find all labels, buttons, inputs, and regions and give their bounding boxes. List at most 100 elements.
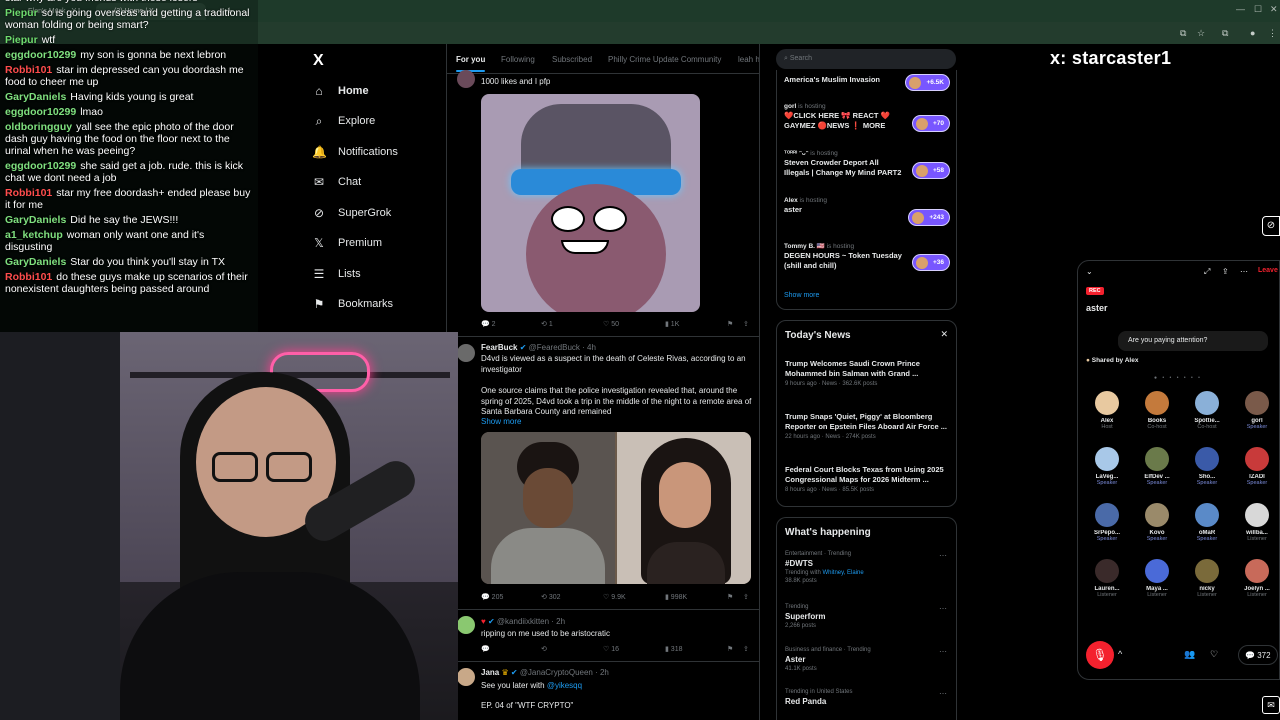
repost-button[interactable]: ⟲ 1 xyxy=(541,320,553,328)
post-image[interactable] xyxy=(481,94,700,312)
trend-item[interactable]: Trending Superform 2,266 posts ⋯ xyxy=(785,604,953,629)
like-button[interactable]: ♡ 9.9K xyxy=(603,593,626,601)
grok-icon[interactable]: ⊘ xyxy=(1262,216,1280,236)
show-more-link[interactable]: Show more xyxy=(481,417,521,428)
close-icon[interactable]: ✕ xyxy=(1270,4,1278,15)
chat-username[interactable]: Robbi101 xyxy=(5,187,52,199)
nav-chat[interactable]: ✉ Chat xyxy=(312,171,361,193)
avatar[interactable] xyxy=(457,70,475,88)
chat-username[interactable]: GaryDaniels xyxy=(5,91,66,103)
more-icon[interactable]: ⋯ xyxy=(939,604,947,613)
views-button[interactable]: ▮ 318 xyxy=(665,645,682,653)
avatar[interactable] xyxy=(457,668,475,686)
listener-count[interactable]: 💬 372 xyxy=(1238,645,1278,665)
news-item[interactable]: Trump Snaps 'Quiet, Piggy' at Bloomberg … xyxy=(785,412,953,440)
news-item[interactable]: Trump Welcomes Saudi Crown Prince Mohamm… xyxy=(785,359,953,387)
participant[interactable]: Books Co-host xyxy=(1132,391,1182,430)
tab-for-you[interactable]: For you xyxy=(456,55,486,72)
nav-notifications[interactable]: 🔔 Notifications xyxy=(312,141,398,163)
like-button[interactable]: ♡ 16 xyxy=(603,645,619,653)
share-icon[interactable]: ⇪ xyxy=(1222,267,1229,276)
bookmark-icon[interactable]: ⚑ xyxy=(727,593,733,601)
reply-button[interactable]: 💬 205 xyxy=(481,593,503,601)
chat-username[interactable]: GaryDaniels xyxy=(5,256,66,268)
expand-icon[interactable]: ⤢ xyxy=(1204,267,1210,277)
search-input[interactable]: ⌕ Search xyxy=(776,49,956,69)
chat-username[interactable]: Robbi101 xyxy=(5,64,52,76)
tab-leah[interactable]: leah h xyxy=(738,55,759,64)
news-item[interactable]: Federal Court Blocks Texas from Using 20… xyxy=(785,465,953,493)
space-item[interactable]: gorl is hosting ❤️CLICK HERE 🎀 REACT ❤️ … xyxy=(784,103,954,132)
participant[interactable]: Sho... Speaker xyxy=(1182,447,1232,486)
nav-home[interactable]: ⌂ Home xyxy=(312,80,368,102)
reply-button[interactable]: 💬 2 xyxy=(481,320,496,328)
more-icon[interactable]: ⋯ xyxy=(939,551,947,560)
space-item[interactable]: ᵀᴼᴿᴿᴵ ᵔᴗᵔ is hosting Steven Crowder Depo… xyxy=(784,150,954,179)
nav-bookmarks[interactable]: ⚑ Bookmarks xyxy=(312,293,393,315)
participant[interactable]: Lauren... Listener xyxy=(1082,559,1132,598)
more-icon[interactable]: ⋯ xyxy=(939,689,947,698)
heart-icon[interactable]: ♡ xyxy=(1210,649,1218,660)
tab-subscribed[interactable]: Subscribed xyxy=(552,55,592,64)
repost-button[interactable]: ⟲ xyxy=(541,645,547,653)
share-icon[interactable]: ⇪ xyxy=(743,645,749,653)
post-image[interactable] xyxy=(481,432,751,584)
chat-username[interactable]: Piepur xyxy=(5,34,38,46)
participant[interactable]: ElfDev ... Speaker xyxy=(1132,447,1182,486)
participant[interactable]: Kovo Speaker xyxy=(1132,503,1182,542)
space-item[interactable]: America's Muslim Invasion +6.5K xyxy=(784,74,954,91)
more-icon[interactable]: ⋯ xyxy=(1240,267,1248,276)
trend-item[interactable]: Entertainment · Trending #DWTS Trending … xyxy=(785,551,953,584)
nav-supergrok[interactable]: ⊘ SuperGrok xyxy=(312,202,391,224)
space-item[interactable]: Alex is hosting aster +243 xyxy=(784,197,954,226)
share-icon[interactable]: ⇪ xyxy=(743,320,749,328)
more-icon[interactable]: ⋯ xyxy=(939,647,947,656)
chat-username[interactable]: GaryDaniels xyxy=(5,214,66,226)
share-icon[interactable]: ⇪ xyxy=(743,593,749,601)
chat-username[interactable]: Robbi101 xyxy=(5,271,52,283)
views-button[interactable]: ▮ 1K xyxy=(665,320,679,328)
leave-button[interactable]: Leave xyxy=(1258,267,1278,274)
participant[interactable]: Joelyn ... Listener xyxy=(1232,559,1280,598)
participant[interactable]: oMaR Speaker xyxy=(1182,503,1232,542)
participant[interactable]: willba... Listener xyxy=(1232,503,1280,542)
chat-username[interactable]: eggdoor10299 xyxy=(5,160,76,172)
bookmark-icon[interactable]: ⚑ xyxy=(727,645,733,653)
star-icon[interactable]: ☆ xyxy=(1197,28,1205,39)
participant[interactable]: LaVeg... Speaker xyxy=(1082,447,1132,486)
chat-username[interactable]: eggdoor10299 xyxy=(5,106,76,118)
repost-button[interactable]: ⟲ 302 xyxy=(541,593,561,601)
bookmark-icon[interactable]: ⚑ xyxy=(727,320,733,328)
participant[interactable]: nicky Listener xyxy=(1182,559,1232,598)
chat-username[interactable]: Piepur xyxy=(5,7,38,19)
reply-button[interactable]: 💬 xyxy=(481,645,490,653)
space-item[interactable]: Tommy B. 🇺🇸 is hosting DEGEN HOURS ~ Tok… xyxy=(784,242,954,271)
participant[interactable]: Maya ... Listener xyxy=(1132,559,1182,598)
chevron-down-icon[interactable]: ⌄ xyxy=(1086,267,1093,276)
views-button[interactable]: ▮ 998K xyxy=(665,593,687,601)
participant[interactable]: Spottie... Co-host xyxy=(1182,391,1232,430)
tab-following[interactable]: Following xyxy=(501,55,535,64)
participant[interactable]: Alex Host xyxy=(1082,391,1132,430)
extensions-icon[interactable]: ⧉ xyxy=(1222,28,1228,39)
chat-username[interactable]: a1_ketchup xyxy=(5,229,63,241)
chat-username[interactable]: eggdoor10299 xyxy=(5,49,76,61)
people-icon[interactable]: 👥 xyxy=(1184,649,1195,660)
nav-lists[interactable]: ☰ Lists xyxy=(312,263,361,285)
participant[interactable]: SrPepo... Speaker xyxy=(1082,503,1132,542)
show-more-link[interactable]: Show more xyxy=(784,292,819,299)
participant[interactable]: IZADI Speaker xyxy=(1232,447,1280,486)
close-icon[interactable]: ✕ xyxy=(940,329,948,340)
nav-explore[interactable]: ⌕ Explore xyxy=(312,110,376,132)
avatar[interactable] xyxy=(457,616,475,634)
profile-icon[interactable]: ● xyxy=(1250,28,1255,38)
like-button[interactable]: ♡ 50 xyxy=(603,320,619,328)
chat-username[interactable]: oldboringguy xyxy=(5,121,72,133)
participant[interactable]: gorl Speaker xyxy=(1232,391,1280,430)
trend-item[interactable]: Business and finance · Trending Aster 41… xyxy=(785,647,953,672)
microphone-muted-icon[interactable]: 🎙 xyxy=(1086,641,1114,669)
minimize-icon[interactable]: — xyxy=(1236,4,1245,14)
menu-icon[interactable]: ⋮ xyxy=(1268,28,1277,39)
chat-icon[interactable]: ✉ xyxy=(1262,696,1280,714)
chevron-up-icon[interactable]: ^ xyxy=(1118,649,1122,659)
